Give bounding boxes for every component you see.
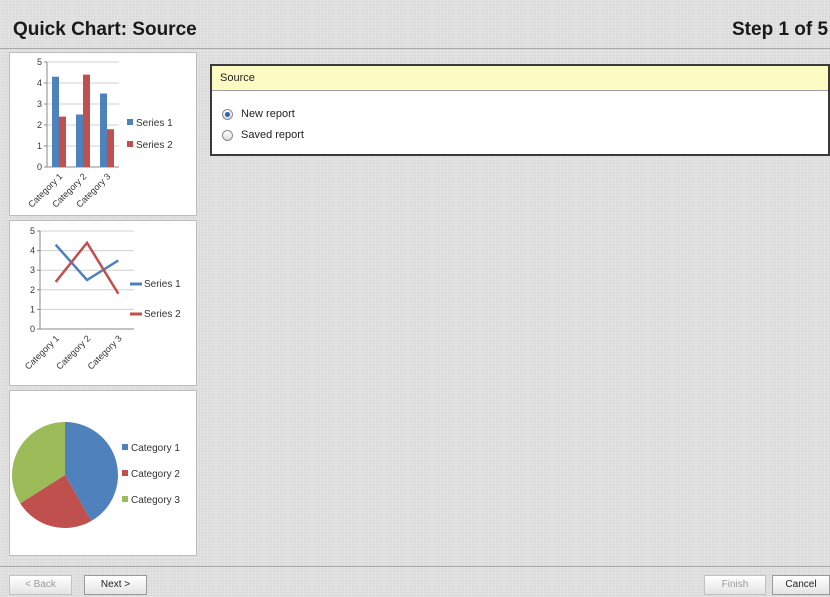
y-tick-label: 5 [30,226,35,236]
bar [107,129,114,167]
bar [76,114,83,167]
new-report-radio[interactable] [222,108,233,120]
bar [100,93,107,167]
legend-label: Series 2 [136,140,173,151]
legend-label: Category 1 [131,443,180,454]
finish-button[interactable]: Finish [704,575,766,595]
series-line [54,243,119,282]
new-report-label: New report [241,108,295,120]
legend-swatch [122,496,128,502]
legend-label: Series 1 [144,279,181,290]
bar-chart-thumbnail[interactable]: 0 1 2 3 4 5 Category 1 Category 2 Category 3 Seri… [9,52,197,216]
wizard-header: Quick Chart: Source Step 1 of 5 [0,10,830,49]
y-tick-label: 2 [30,285,35,295]
saved-report-radio[interactable] [222,129,233,141]
y-tick-label: 4 [37,78,42,88]
legend-swatch [122,444,128,450]
y-tick-label: 5 [37,57,42,67]
next-button[interactable]: Next > [84,575,147,595]
legend-label: Category 2 [131,469,180,480]
y-tick-label: 4 [30,246,35,256]
bar [59,116,66,167]
pie-chart: Category 1 Category 2 Category 3 [12,422,180,528]
back-button[interactable]: < Back [9,575,72,595]
pie-chart-thumbnail[interactable]: Category 1 Category 2 Category 3 [9,390,197,556]
saved-report-label: Saved report [241,129,304,141]
y-tick-label: 3 [37,99,42,109]
bar [52,76,59,167]
source-panel: Source New report Saved report [210,64,830,156]
bar-chart: 012345Category 1Category 2Category 3Seri… [26,57,173,210]
legend-swatch [122,470,128,476]
step-indicator: Step 1 of 5 [732,19,829,40]
saved-report-option[interactable]: Saved report [222,129,304,141]
legend-label: Series 2 [144,309,181,320]
y-tick-label: 2 [37,120,42,130]
x-tick-label: Category 3 [86,333,124,371]
y-tick-label: 1 [37,141,42,151]
cancel-button[interactable]: Cancel [772,575,830,595]
line-chart-thumbnail[interactable]: 0 1 2 3 4 5 Category 1 Category 2 Category 3 Seri… [9,220,197,386]
y-tick-label: 1 [30,304,35,314]
legend-label: Category 3 [131,495,180,506]
legend-swatch [127,119,133,125]
bar [83,74,90,167]
legend-swatch [127,141,133,147]
wizard-footer: < Back Next > Finish Cancel [0,566,830,597]
source-panel-header: Source [212,66,828,91]
page-title: Quick Chart: Source [13,19,197,40]
new-report-option[interactable]: New report [222,108,295,120]
y-tick-label: 0 [37,162,42,172]
y-tick-label: 3 [30,265,35,275]
y-tick-label: 0 [30,324,35,334]
line-chart: 012345Category 1Category 2Category 3Seri… [23,226,181,372]
legend-label: Series 1 [136,118,173,129]
